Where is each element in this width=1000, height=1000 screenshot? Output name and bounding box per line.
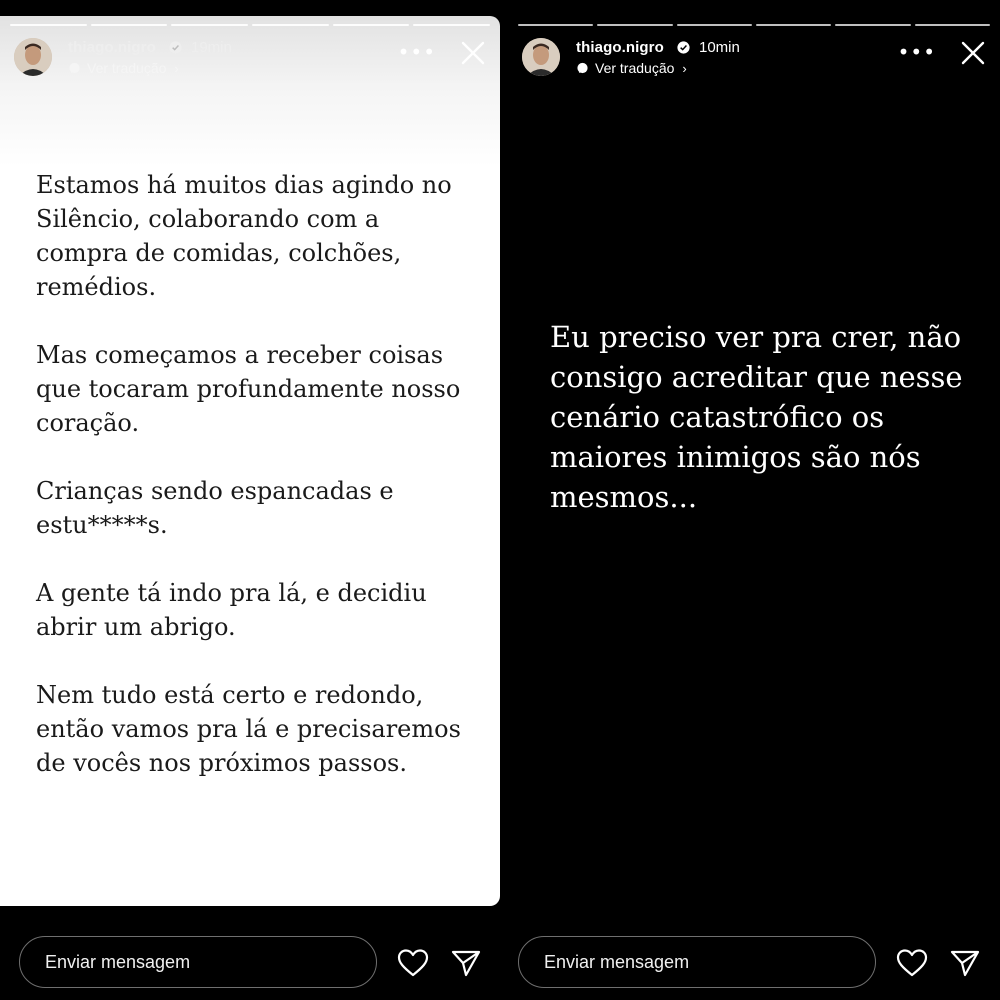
story-progress-bar [10, 24, 491, 26]
username[interactable]: thiago.nigro [68, 39, 156, 56]
progress-segment [10, 24, 87, 26]
avatar[interactable] [14, 38, 52, 76]
reply-bar: Enviar mensagem [518, 936, 988, 992]
username[interactable]: thiago.nigro [576, 39, 664, 56]
translate-icon [577, 62, 588, 73]
chevron-right-icon: › [682, 60, 687, 76]
avatar[interactable] [522, 38, 560, 76]
progress-segment [755, 24, 832, 26]
verified-badge-icon [677, 41, 690, 54]
story-header: thiago.nigro 10min Ver tradução › ••• [522, 36, 986, 80]
close-icon[interactable] [460, 40, 486, 66]
translate-label: Ver tradução [87, 60, 167, 76]
message-input[interactable]: Enviar mensagem [19, 936, 377, 988]
heart-icon[interactable] [397, 948, 429, 978]
story-paragraph: A gente tá indo pra lá, e decidiu abrir … [36, 579, 427, 641]
chevron-right-icon: › [174, 60, 179, 76]
story-card-1[interactable]: thiago.nigro 19min Ver tradução › ••• Es… [0, 16, 500, 906]
progress-segment [676, 24, 752, 26]
send-icon[interactable] [451, 949, 481, 977]
progress-segment [332, 24, 410, 26]
more-options-icon[interactable]: ••• [398, 42, 436, 62]
story-card-2[interactable]: thiago.nigro 10min Ver tradução › ••• Eu… [508, 16, 1000, 906]
translate-link[interactable]: Ver tradução › [576, 60, 687, 76]
translate-icon [69, 62, 80, 73]
progress-segment [835, 24, 911, 26]
story-progress-bar [518, 24, 990, 26]
translate-label: Ver tradução [595, 60, 675, 76]
progress-segment [252, 24, 329, 26]
story-paragraph: Estamos há muitos dias agindo no Silênci… [36, 171, 452, 301]
translate-link[interactable]: Ver tradução › [68, 60, 179, 76]
heart-icon[interactable] [896, 948, 928, 978]
instagram-stories-screen: thiago.nigro 19min Ver tradução › ••• Es… [0, 0, 1000, 1000]
story-text: Estamos há muitos dias agindo no Silênci… [36, 168, 476, 814]
story-paragraph: Nem tudo está certo e redondo, então vam… [36, 681, 461, 777]
progress-segment [914, 24, 990, 26]
story-paragraph: Crianças sendo espancadas e estu*****s. [36, 477, 394, 539]
progress-segment [597, 24, 673, 26]
message-input[interactable]: Enviar mensagem [518, 936, 876, 988]
more-options-icon[interactable]: ••• [898, 42, 936, 62]
send-icon[interactable] [950, 949, 980, 977]
story-text: Eu preciso ver pra crer, não consigo acr… [550, 320, 963, 514]
progress-segment [518, 24, 594, 26]
story-header: thiago.nigro 19min Ver tradução › ••• [14, 36, 486, 80]
progress-segment [171, 24, 249, 26]
verified-badge-icon [169, 41, 182, 54]
progress-segment [413, 24, 491, 26]
progress-segment [90, 24, 168, 26]
reply-bar: Enviar mensagem [19, 936, 489, 992]
story-paragraph: Mas começamos a receber coisas que tocar… [36, 341, 461, 437]
close-icon[interactable] [960, 40, 986, 66]
story-time: 10min [699, 39, 740, 56]
story-time: 19min [191, 39, 232, 56]
